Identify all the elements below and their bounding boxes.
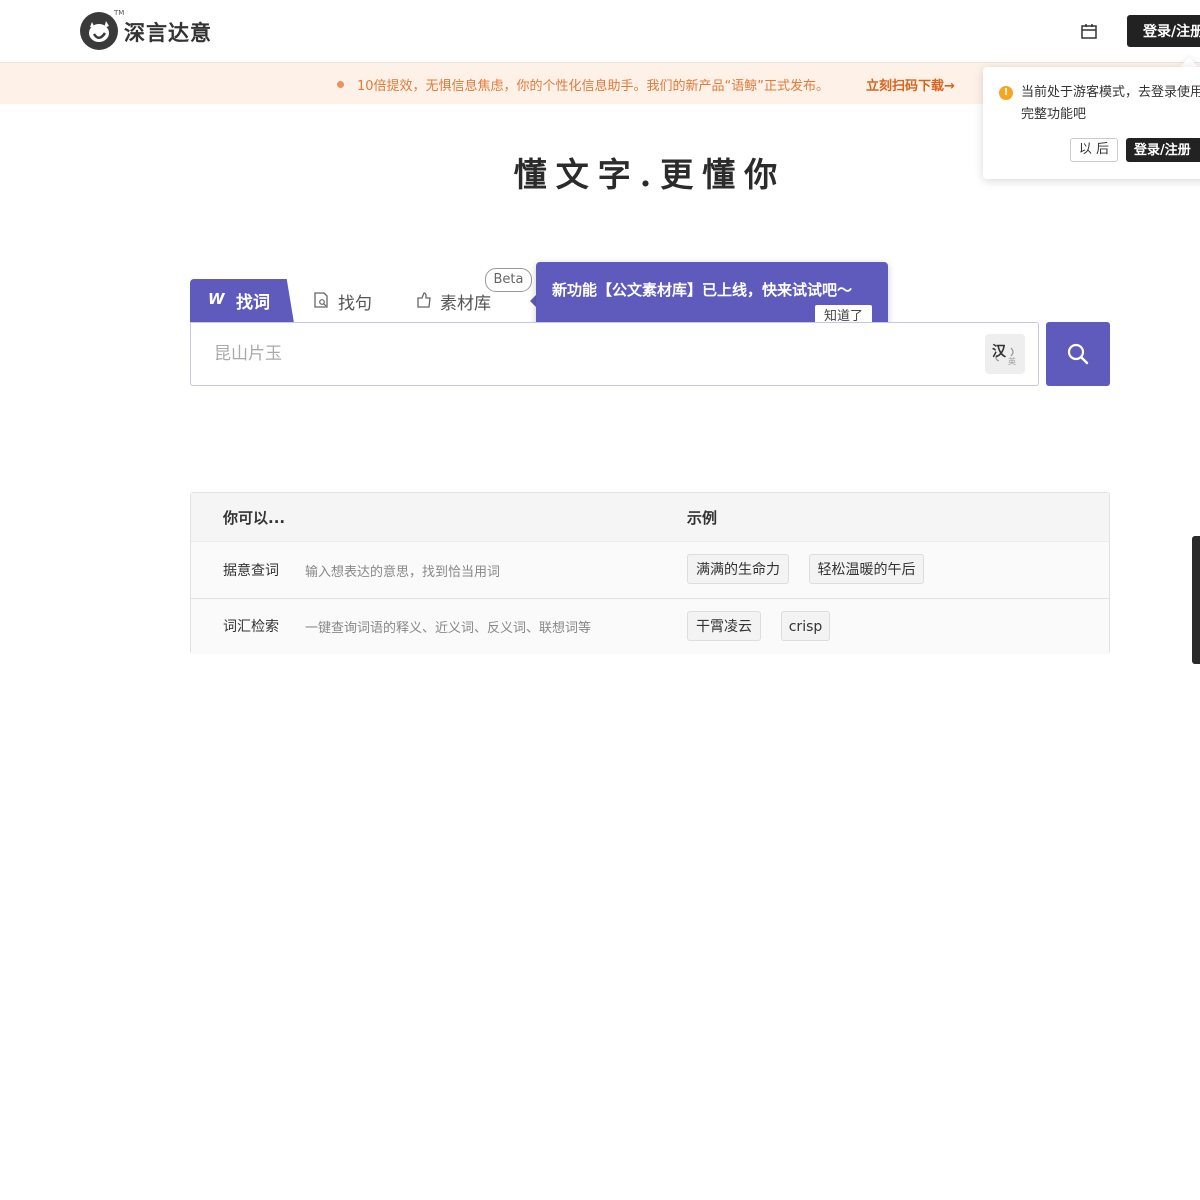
- search-icon: [1067, 343, 1089, 365]
- brand-name[interactable]: 深言达意: [124, 17, 212, 47]
- login-register-button[interactable]: 登录/注册: [1127, 15, 1200, 47]
- tab-material-library[interactable]: 素材库: [440, 289, 491, 314]
- notice-dot-icon: [337, 81, 344, 88]
- example-chip[interactable]: 干霄凌云: [687, 611, 761, 641]
- tab-find-sentence[interactable]: 找句: [338, 289, 372, 314]
- search-input[interactable]: [214, 340, 914, 368]
- download-link[interactable]: 立刻扫码下载→: [866, 75, 955, 94]
- row-description: 输入想表达的意思，找到恰当用词: [305, 565, 501, 580]
- example-chip[interactable]: 轻松温暖的午后: [809, 554, 924, 584]
- side-feedback-tab[interactable]: [1192, 536, 1200, 664]
- example-chip[interactable]: crisp: [781, 611, 830, 641]
- tab-find-word-label[interactable]: 找词: [236, 288, 270, 313]
- word-tab-icon: W: [208, 290, 225, 308]
- guest-mode-message: 当前处于游客模式，去登录使用完整功能吧: [1021, 85, 1200, 122]
- sentence-doc-icon: [314, 292, 328, 308]
- header-examples: 示例: [687, 509, 718, 527]
- new-feature-text: 新功能【公文素材库】已上线，快来试试吧～: [552, 281, 853, 299]
- search-button[interactable]: [1046, 322, 1110, 386]
- language-chinese-label: 汉: [992, 344, 1006, 360]
- material-library-icon: [417, 292, 431, 308]
- beta-badge: Beta: [485, 268, 532, 292]
- table-header: [191, 493, 1109, 541]
- row-title: 词汇检索: [223, 619, 279, 635]
- row-title: 据意查词: [223, 563, 279, 579]
- trademark-label: TM: [114, 9, 125, 17]
- page-slogan: 懂文字.更懂你: [513, 155, 787, 194]
- brand-logo-icon[interactable]: [80, 12, 118, 50]
- language-english-label: 英: [1008, 357, 1016, 366]
- warning-icon: !: [999, 86, 1013, 100]
- row-description: 一键查询词语的释义、近义词、反义词、联想词等: [305, 621, 592, 636]
- calendar-icon[interactable]: [1080, 22, 1098, 40]
- announcement-text: 10倍提效，无惧信息焦虑，你的个性化信息助手。我们的新产品“语鲸”正式发布。: [357, 79, 830, 94]
- example-chip[interactable]: 满满的生命力: [687, 554, 789, 584]
- header-you-can: 你可以...: [223, 509, 286, 527]
